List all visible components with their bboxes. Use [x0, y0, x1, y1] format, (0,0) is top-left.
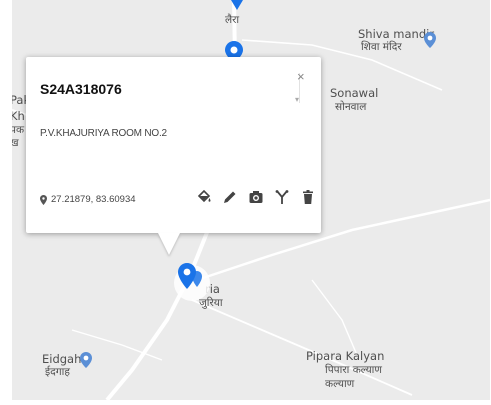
place-label-eidgah-hi: ईदगाह [45, 366, 70, 378]
location-marker-partial-icon[interactable] [231, 0, 243, 10]
paint-bucket-icon[interactable] [196, 189, 212, 205]
selected-location-marker-icon[interactable] [174, 257, 214, 303]
place-label-pipara-kalyan-hi: पिपारा कल्याण [325, 364, 382, 376]
place-label-sonawal-hi: सोनवाल [335, 101, 367, 113]
place-label-pipara-kalyan: Pipara Kalyan [306, 349, 385, 363]
popup-actions [196, 189, 316, 205]
popup-pointer [158, 233, 180, 255]
scroll-down-icon[interactable]: ▾ [295, 95, 299, 104]
coordinates-row: 27.21879, 83.60934 [40, 194, 136, 205]
place-label-kh-partial: Kh [12, 109, 25, 123]
popup-title: S24A318076 [40, 81, 122, 97]
edit-pencil-icon[interactable] [222, 189, 238, 205]
location-pin-icon [40, 194, 47, 205]
place-label-paka-hi: पक [12, 124, 25, 136]
place-pin-icon[interactable] [80, 352, 92, 368]
close-icon[interactable]: × [297, 69, 305, 84]
place-label-pipara-kalyan-hi-2: कल्याण [325, 378, 355, 390]
place-label-eidgah: Eidgah [42, 352, 82, 366]
camera-icon[interactable] [248, 189, 264, 205]
close-button[interactable]: × ▾ [291, 69, 309, 107]
place-label-shiva-mandir: Shiva mandir [358, 27, 435, 41]
place-pin-icon[interactable] [424, 32, 436, 48]
place-label-top-hi: लैरा [225, 14, 240, 26]
place-label-shiva-mandir-hi: शिवा मंदिर [361, 41, 402, 53]
coordinates-text: 27.21879, 83.60934 [51, 194, 136, 205]
place-label-sonawal: Sonawal [330, 86, 379, 100]
trash-icon[interactable] [300, 189, 316, 205]
fork-icon[interactable] [274, 189, 290, 205]
location-info-popup: S24A318076 P.V.KHAJURIYA ROOM NO.2 × ▾ 2… [26, 57, 321, 233]
popup-subtitle: P.V.KHAJURIYA ROOM NO.2 [40, 128, 167, 139]
place-label-kh-hi-partial: ख [12, 137, 19, 149]
